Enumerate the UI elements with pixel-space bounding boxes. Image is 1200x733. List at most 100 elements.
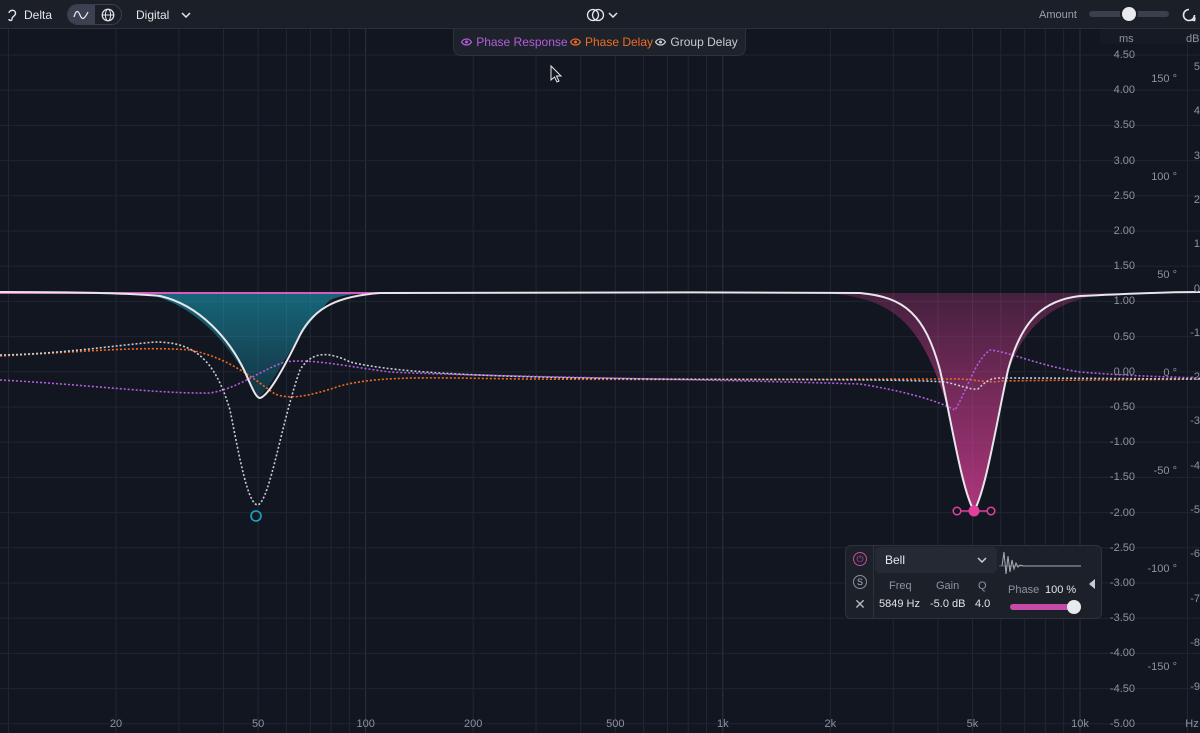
ms-tick-label: 2.00 — [1113, 225, 1135, 237]
curve-view-button[interactable] — [68, 5, 95, 24]
band-2-q-handle-right[interactable] — [986, 506, 996, 516]
hz-tick-label: 5k — [966, 718, 979, 730]
ms-unit-label: ms — [1119, 33, 1134, 45]
ms-tick-label: -1.50 — [1109, 471, 1135, 484]
db-tick-label: 4 — [1193, 105, 1200, 118]
db-tick-label: -7 — [1190, 592, 1200, 605]
hz-tick-label: 200 — [463, 718, 483, 730]
curve-legend: Phase Response Phase Delay Group Delay — [453, 29, 746, 56]
eq-graph-canvas[interactable] — [0, 29, 1200, 733]
mouse-cursor — [550, 64, 563, 83]
globe-icon — [101, 8, 115, 21]
collapse-arrow-icon[interactable] — [1086, 578, 1098, 590]
db-unit-label: dB — [1186, 33, 1200, 45]
db-tick-label: 3 — [1193, 149, 1200, 162]
ms-tick-label: -0.50 — [1109, 401, 1135, 413]
eq-graph[interactable] — [0, 29, 1200, 733]
frequency-grid — [0, 29, 1200, 733]
band-2-q-handle-left[interactable] — [952, 506, 962, 516]
eye-icon — [569, 38, 581, 46]
view-mode-toggle — [67, 4, 122, 25]
db-tick-label: 5 — [1193, 61, 1200, 73]
phase-label: Phase — [1008, 584, 1040, 596]
ms-tick-label: 3.50 — [1113, 119, 1135, 132]
ms-tick-label: 1.50 — [1113, 260, 1135, 273]
band-1-fill — [140, 293, 380, 398]
legend-phase-response-label: Phase Response — [476, 35, 568, 49]
legend-phase-delay[interactable]: Phase Delay — [569, 35, 653, 49]
hz-tick-label: 100 — [356, 718, 375, 730]
eye-icon — [461, 38, 473, 46]
db-tick-label: -8 — [1190, 636, 1200, 649]
legend-group-delay-label: Group Delay — [670, 35, 738, 49]
sine-wave-icon — [73, 10, 89, 19]
hz-tick-label: 20 — [109, 718, 123, 730]
impulse-response-preview — [999, 551, 1081, 575]
degree-tick-label: 50 ° — [1157, 269, 1177, 281]
q-value[interactable]: 4.0 — [975, 598, 990, 610]
degree-tick-label: 150 ° — [1151, 73, 1177, 85]
chevron-down-icon — [608, 11, 618, 18]
phase-slider-knob[interactable] — [1067, 600, 1081, 614]
band-remove-button[interactable]: ✕ — [853, 596, 867, 612]
global-view-button[interactable] — [95, 5, 122, 24]
db-tick-label: 0 — [1193, 282, 1200, 295]
ms-tick-label: 1.00 — [1113, 295, 1135, 308]
hz-tick-label: 50 — [252, 718, 265, 730]
ms-tick-label: 4.00 — [1113, 84, 1135, 97]
db-tick-label: -9 — [1190, 681, 1200, 694]
ms-tick-label: -4.50 — [1109, 682, 1135, 695]
db-tick-label: -5 — [1190, 504, 1200, 516]
degree-tick-label: -100 ° — [1147, 563, 1177, 575]
phase-slider[interactable] — [1010, 600, 1081, 614]
ms-tick-label: 0.00 — [1113, 365, 1135, 378]
band-panel-sidebar: ⏻ S ✕ — [846, 546, 874, 618]
hz-tick-label: 10k — [1071, 718, 1089, 730]
refresh-icon — [1182, 8, 1196, 21]
band-power-button[interactable]: ⏻ — [853, 552, 867, 566]
phase-delay-curve — [0, 347, 1200, 398]
ms-tick-label: -4.00 — [1109, 647, 1135, 660]
eye-icon — [655, 38, 667, 46]
chevron-down-icon — [977, 557, 987, 563]
reset-button[interactable] — [1180, 0, 1198, 29]
filter-type-label: Bell — [885, 553, 906, 567]
chevron-down-icon — [181, 11, 191, 18]
filter-type-dropdown[interactable]: Bell — [875, 547, 997, 573]
amount-slider[interactable] — [1089, 7, 1169, 21]
band-solo-button[interactable]: S — [853, 575, 867, 589]
ms-tick-label: -1.00 — [1109, 436, 1135, 449]
band-editor-panel: ⏻ S ✕ Bell Freq Gain Q 5849 Hz -5.0 dB 4… — [845, 545, 1102, 619]
legend-group-delay[interactable]: Group Delay — [655, 35, 738, 49]
amount-label: Amount — [1039, 8, 1077, 21]
band-2-node[interactable] — [968, 505, 980, 517]
top-toolbar: Delta Digital Amount — [0, 0, 1200, 29]
db-tick-label: -2 — [1190, 371, 1200, 384]
gain-value[interactable]: -5.0 dB — [930, 598, 965, 610]
ear-icon — [8, 9, 17, 21]
db-tick-label: 1 — [1193, 238, 1200, 251]
legend-phase-response[interactable]: Phase Response — [461, 35, 568, 49]
hz-tick-label: 500 — [606, 718, 625, 730]
ms-tick-label: -5.00 — [1109, 717, 1135, 730]
q-header: Q — [978, 580, 987, 592]
db-tick-label: -3 — [1190, 415, 1200, 428]
freq-value[interactable]: 5849 Hz — [879, 598, 920, 610]
stereo-link-dropdown[interactable] — [586, 0, 618, 29]
processing-mode-dropdown[interactable]: Digital — [136, 0, 191, 29]
group-delay-curve — [0, 341, 1200, 506]
db-tick-label: -6 — [1190, 548, 1200, 561]
freq-header: Freq — [889, 580, 912, 592]
processing-mode-label: Digital — [136, 7, 170, 22]
degree-tick-label: -150 ° — [1147, 661, 1177, 673]
amount-slider-knob[interactable] — [1122, 7, 1136, 21]
delta-button[interactable]: Delta — [6, 0, 52, 29]
phase-value[interactable]: 100 % — [1045, 584, 1076, 596]
scale-header — [1100, 29, 1200, 44]
ms-tick-label: 2.50 — [1113, 189, 1135, 202]
hz-tick-label: 1k — [717, 718, 729, 730]
db-tick-label: -4 — [1190, 459, 1200, 472]
band-2-fill — [820, 293, 1120, 511]
degree-tick-label: 100 ° — [1151, 171, 1177, 183]
db-tick-label: 2 — [1193, 193, 1200, 206]
